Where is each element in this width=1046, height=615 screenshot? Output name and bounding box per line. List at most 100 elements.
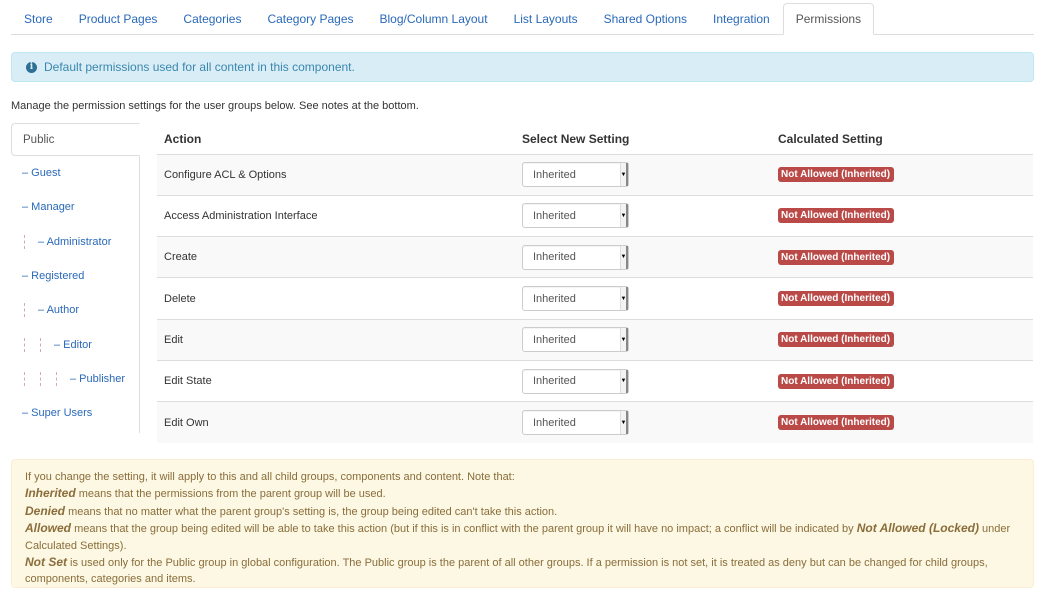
- group-publisher[interactable]: – Publisher: [11, 362, 139, 396]
- group-public[interactable]: Public: [11, 123, 140, 156]
- note-denied: Denied means that no matter what the par…: [25, 503, 1020, 520]
- group-super-users[interactable]: – Super Users: [11, 396, 139, 430]
- note-text: is used only for the Public group in glo…: [25, 557, 988, 586]
- select-value: Inherited: [533, 168, 576, 181]
- select-value: Inherited: [533, 209, 576, 222]
- info-alert-text: Default permissions used for all content…: [44, 60, 355, 74]
- tab-permissions[interactable]: Permissions: [782, 3, 875, 35]
- tab-bar: Store Product Pages Categories Category …: [11, 3, 1034, 35]
- note-text: means that the permissions from the pare…: [75, 488, 386, 501]
- action-name: Edit: [157, 318, 515, 361]
- tree-level-indicator: [22, 234, 38, 249]
- group-label: – Super Users: [22, 407, 93, 420]
- action-name: Edit Own: [157, 401, 515, 444]
- caret-down-icon: ▼: [620, 245, 628, 269]
- setting-select[interactable]: Inherited ▼: [522, 410, 629, 436]
- action-name: Configure ACL & Options: [157, 153, 515, 196]
- permissions-notes: If you change the setting, it will apply…: [11, 459, 1034, 588]
- tab-list-layouts[interactable]: List Layouts: [501, 3, 591, 35]
- select-value: Inherited: [533, 251, 576, 264]
- setting-select[interactable]: Inherited ▼: [522, 368, 629, 394]
- group-administrator[interactable]: – Administrator: [11, 225, 139, 259]
- tab-blog-column-layout[interactable]: Blog/Column Layout: [367, 3, 501, 35]
- group-label: – Publisher: [70, 372, 126, 385]
- group-label: Public: [23, 133, 55, 146]
- table-row: Edit Own Inherited ▼ Not Allowed (Inherit…: [157, 401, 1033, 444]
- group-author[interactable]: – Author: [11, 293, 139, 327]
- group-guest[interactable]: – Guest: [11, 156, 139, 190]
- group-label: – Author: [38, 304, 79, 317]
- action-name: Edit State: [157, 359, 515, 402]
- caret-down-icon: ▼: [620, 411, 628, 435]
- tree-level-indicator: [38, 371, 54, 386]
- tab-product-pages[interactable]: Product Pages: [66, 3, 171, 35]
- setting-select[interactable]: Inherited ▼: [522, 244, 629, 270]
- table-header-row: Action Select New Setting Calculated Set…: [157, 125, 1033, 155]
- select-value: Inherited: [533, 375, 576, 388]
- header-select-new-setting: Select New Setting: [515, 125, 771, 155]
- setting-select[interactable]: Inherited ▼: [522, 162, 629, 188]
- calculated-setting-badge: Not Allowed (Inherited): [778, 167, 895, 183]
- select-value: Inherited: [533, 416, 576, 429]
- select-value: Inherited: [533, 333, 576, 346]
- tree-level-indicator: [38, 337, 54, 352]
- tab-category-pages[interactable]: Category Pages: [254, 3, 366, 35]
- header-action: Action: [157, 125, 515, 155]
- intro-text: Manage the permission settings for the u…: [11, 100, 419, 112]
- setting-select[interactable]: Inherited ▼: [522, 286, 629, 312]
- caret-down-icon: ▼: [620, 287, 628, 311]
- note-text: means that the group being edited will b…: [71, 523, 857, 536]
- calculated-setting-badge: Not Allowed (Inherited): [778, 208, 895, 224]
- setting-select[interactable]: Inherited ▼: [522, 203, 629, 229]
- table-row: Configure ACL & Options Inherited ▼ Not A…: [157, 153, 1033, 196]
- note-text: means that no matter what the parent gro…: [65, 505, 558, 518]
- tree-level-indicator: [54, 371, 70, 386]
- group-editor[interactable]: – Editor: [11, 327, 139, 361]
- note-term-locked: Not Allowed (Locked): [856, 521, 979, 536]
- caret-down-icon: ▼: [620, 204, 628, 228]
- calculated-setting-badge: Not Allowed (Inherited): [778, 249, 895, 265]
- note-term: Inherited: [25, 486, 76, 501]
- action-name: Delete: [157, 277, 515, 320]
- calculated-setting-badge: Not Allowed (Inherited): [778, 332, 895, 348]
- group-label: – Administrator: [38, 235, 112, 248]
- note-allowed: Allowed means that the group being edite…: [25, 520, 1020, 554]
- note-term: Not Set: [25, 555, 67, 570]
- action-name: Create: [157, 236, 515, 278]
- tree-level-indicator: [22, 337, 38, 352]
- calculated-setting-badge: Not Allowed (Inherited): [778, 415, 895, 431]
- group-label: – Editor: [54, 338, 92, 351]
- notes-intro: If you change the setting, it will apply…: [25, 471, 515, 483]
- table-row: Delete Inherited ▼ Not Allowed (Inherited…: [157, 277, 1033, 320]
- tab-shared-options[interactable]: Shared Options: [591, 3, 700, 35]
- calculated-setting-badge: Not Allowed (Inherited): [778, 291, 895, 307]
- caret-down-icon: ▼: [620, 369, 628, 393]
- group-label: – Guest: [22, 167, 61, 180]
- tree-level-indicator: [22, 371, 38, 386]
- caret-down-icon: ▼: [620, 163, 628, 187]
- header-calculated-setting: Calculated Setting: [771, 125, 1033, 155]
- table-row: Create Inherited ▼ Not Allowed (Inherited…: [157, 236, 1033, 278]
- note-term: Allowed: [25, 521, 72, 536]
- caret-down-icon: ▼: [620, 328, 628, 352]
- note-term: Denied: [25, 503, 66, 518]
- table-row: Access Administration Interface Inherite…: [157, 194, 1033, 237]
- group-registered[interactable]: – Registered: [11, 259, 139, 293]
- tab-store[interactable]: Store: [11, 3, 66, 35]
- action-name: Access Administration Interface: [157, 194, 515, 237]
- info-circle-icon: i: [26, 61, 37, 73]
- setting-select[interactable]: Inherited ▼: [522, 327, 629, 353]
- tree-level-indicator: [22, 303, 38, 318]
- group-manager[interactable]: – Manager: [11, 190, 139, 224]
- user-group-list: Public – Guest – Manager – Administrator…: [11, 123, 140, 433]
- table-row: Edit State Inherited ▼ Not Allowed (Inher…: [157, 359, 1033, 402]
- calculated-setting-badge: Not Allowed (Inherited): [778, 373, 895, 389]
- tab-integration[interactable]: Integration: [700, 3, 783, 35]
- note-inherited: Inherited means that the permissions fro…: [25, 485, 1020, 502]
- note-not-set: Not Set is used only for the Public grou…: [25, 554, 1020, 588]
- table-row: Edit Inherited ▼ Not Allowed (Inherited): [157, 318, 1033, 361]
- group-label: – Manager: [22, 201, 75, 214]
- tab-categories[interactable]: Categories: [170, 3, 254, 35]
- permissions-table: Action Select New Setting Calculated Set…: [157, 125, 1033, 444]
- group-label: – Registered: [22, 270, 85, 283]
